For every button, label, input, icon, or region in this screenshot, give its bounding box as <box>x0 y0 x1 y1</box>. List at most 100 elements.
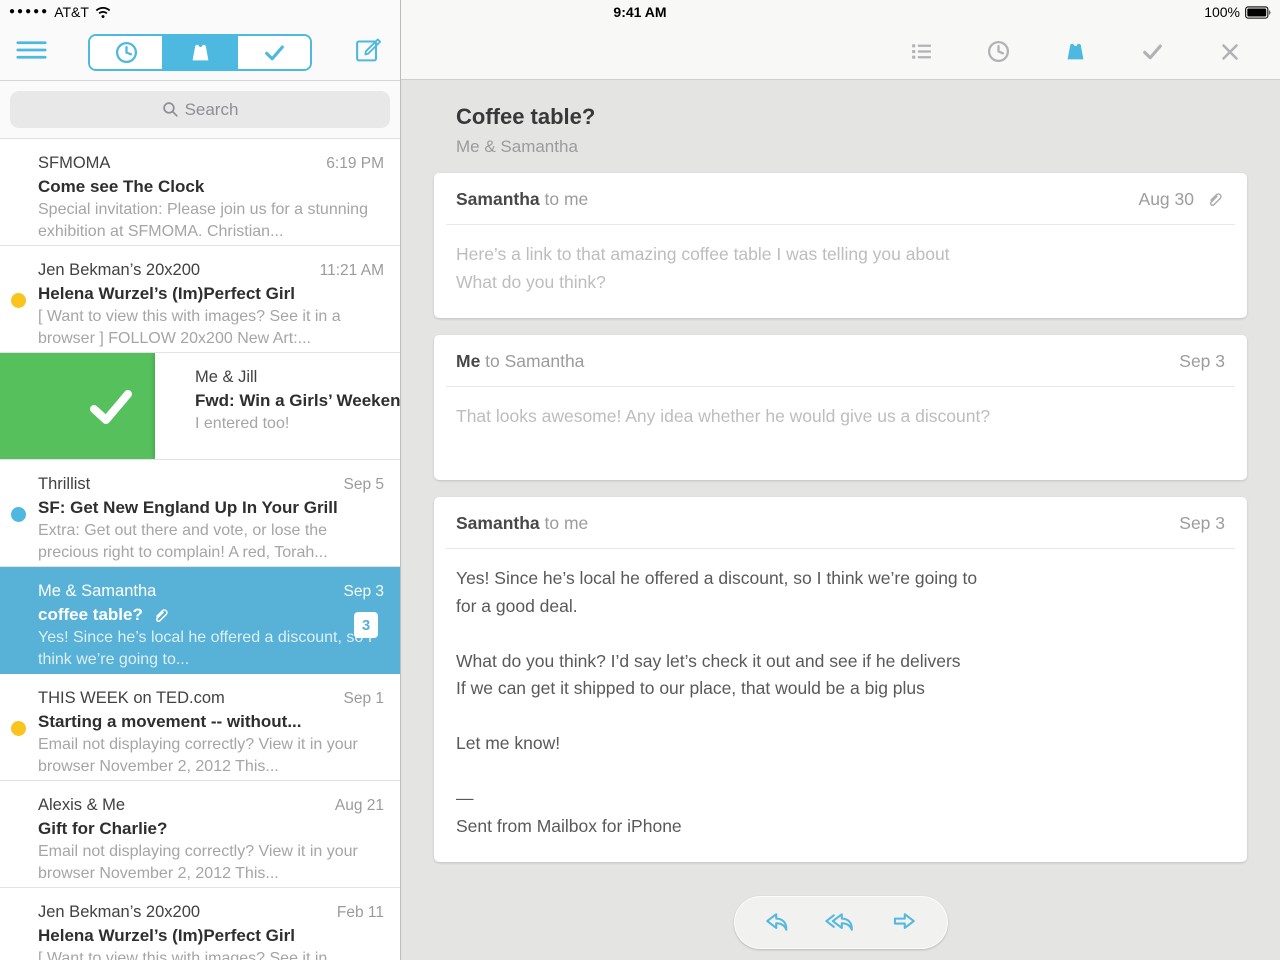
email-subject: Gift for Charlie? <box>38 817 384 841</box>
email-preview: Yes! Since he’s local he offered a disco… <box>38 627 384 670</box>
thread-header: Coffee table? Me & Samantha <box>401 80 1280 169</box>
forward-icon <box>889 907 920 938</box>
email-list-item[interactable]: Me & SamanthaSep 3coffee table?Yes! Sinc… <box>0 567 400 674</box>
email-preview: [ Want to view this with images? See it … <box>38 306 384 349</box>
message-body-line: What do you think? I’d say let’s check i… <box>456 648 1225 676</box>
message-list-button[interactable] <box>883 39 960 64</box>
email-list-item[interactable]: SFMOMA6:19 PMCome see The ClockSpecial i… <box>0 139 400 246</box>
message-from: Me to Samantha <box>456 351 584 372</box>
reply-icon <box>761 907 792 938</box>
email-list-pane: Search SFMOMA6:19 PMCome see The ClockSp… <box>0 0 400 960</box>
mailbox-segmented-control <box>88 34 312 71</box>
message-header: Samantha to me Sep 3 <box>434 497 1247 548</box>
inbox-button[interactable] <box>1037 39 1114 64</box>
battery-percent: 100% <box>1204 4 1240 20</box>
archive-button[interactable] <box>1114 39 1191 64</box>
paperclip-icon <box>1204 189 1225 210</box>
delete-button[interactable] <box>1191 40 1268 64</box>
archive-swipe-zone <box>0 353 155 459</box>
email-subject: coffee table? <box>38 603 384 627</box>
message-body-line: Here’s a link to that amazing coffee tab… <box>456 241 1225 269</box>
email-row-content: SFMOMA6:19 PMCome see The ClockSpecial i… <box>0 139 400 245</box>
message-date: Sep 3 <box>1179 351 1225 372</box>
menu-button[interactable] <box>16 39 47 61</box>
defer-button[interactable] <box>960 39 1037 64</box>
message-body: That looks awesome! Any idea whether he … <box>434 387 1247 480</box>
unread-dot <box>11 721 26 736</box>
email-subject: Helena Wurzel’s (Im)Perfect Girl <box>38 282 384 306</box>
email-row-content: Jen Bekman’s 20x200Feb 11Helena Wurzel’s… <box>0 888 400 960</box>
email-list-item[interactable]: Thrillist Sep 5SF: Get New England Up In … <box>0 460 400 567</box>
message-date: Sep 3 <box>1179 513 1225 534</box>
check-icon <box>262 40 287 65</box>
email-sender: THIS WEEK on TED.com <box>38 687 225 710</box>
email-list-item[interactable]: Me & JillFwd: Win a Girls’ Weekend Getaw… <box>0 353 400 460</box>
unread-dot <box>11 507 26 522</box>
search-placeholder: Search <box>185 100 239 120</box>
email-subject: Come see The Clock <box>38 175 384 199</box>
search-icon <box>162 101 179 118</box>
email-list: SFMOMA6:19 PMCome see The ClockSpecial i… <box>0 139 400 960</box>
tab-inbox[interactable] <box>162 36 236 69</box>
search-area: Search <box>0 81 400 139</box>
message-from: Samantha to me <box>456 513 588 534</box>
email-list-item[interactable]: Jen Bekman’s 20x200Feb 11Helena Wurzel’s… <box>0 888 400 960</box>
close-icon <box>1218 40 1242 64</box>
message-body: Here’s a link to that amazing coffee tab… <box>434 225 1247 318</box>
archive-check-icon <box>83 382 139 430</box>
email-time: Sep 1 <box>343 687 384 710</box>
reply-all-button[interactable] <box>822 907 858 938</box>
paperclip-icon <box>150 605 171 626</box>
message-date: Aug 30 <box>1139 189 1194 210</box>
email-time: 6:19 PM <box>326 152 384 175</box>
email-sender: Jen Bekman’s 20x200 <box>38 259 200 282</box>
email-time: 11:21 AM <box>320 259 384 282</box>
message-body-line: Let me know! <box>456 730 1225 758</box>
email-preview: Email not displaying correctly? View it … <box>38 734 384 777</box>
email-sender: Alexis & Me <box>38 794 125 817</box>
email-sender: Thrillist <box>38 473 90 496</box>
email-subject: SF: Get New England Up In Your Grill <box>38 496 384 520</box>
tab-archive[interactable] <box>236 36 310 69</box>
message-meta: Sep 3 <box>1179 513 1225 534</box>
battery-icon <box>1245 6 1272 19</box>
email-row-content: Jen Bekman’s 20x200 11:21 AMHelena Wurzel… <box>0 246 400 352</box>
message-meta: Sep 3 <box>1179 351 1225 372</box>
email-list-item[interactable]: Jen Bekman’s 20x200 11:21 AMHelena Wurzel… <box>0 246 400 353</box>
email-subject: Fwd: Win a Girls’ Weekend Getaway! <box>195 389 400 413</box>
clock-time: 9:41 AM <box>613 4 666 20</box>
message-meta: Aug 30 <box>1139 189 1225 210</box>
email-row-content: Alexis & MeAug 21Gift for Charlie?Email … <box>0 781 400 887</box>
compose-button[interactable] <box>353 34 384 65</box>
email-subject: Helena Wurzel’s (Im)Perfect Girl <box>38 924 384 948</box>
email-sender: SFMOMA <box>38 152 110 175</box>
email-preview: I entered too! <box>195 413 400 435</box>
email-list-item[interactable]: Alexis & MeAug 21Gift for Charlie?Email … <box>0 781 400 888</box>
message-card[interactable]: Samantha to meAug 30Here’s a link to tha… <box>434 173 1247 318</box>
reply-bar <box>734 896 948 949</box>
thread-title: Coffee table? <box>456 104 1225 130</box>
message-body-line <box>456 758 1225 786</box>
reply-button[interactable] <box>761 907 792 938</box>
email-time: Sep 5 <box>343 473 384 496</box>
wifi-icon <box>94 5 112 19</box>
forward-button[interactable] <box>889 907 920 938</box>
message-header: Me to Samantha Sep 3 <box>434 335 1247 386</box>
message-body-line: If we can get it shipped to our place, t… <box>456 675 1225 703</box>
email-row-content: THIS WEEK on TED.com Sep 1Starting a move… <box>0 674 400 780</box>
tab-later[interactable] <box>90 36 162 69</box>
message-card[interactable]: Me to Samantha Sep 3 That looks awesome! A… <box>434 335 1247 480</box>
message-card[interactable]: Samantha to meSep 3Yes! Since he’s local… <box>434 497 1247 862</box>
carrier-label: AT&T <box>54 4 89 20</box>
search-input[interactable]: Search <box>10 91 390 128</box>
message-body-line <box>456 703 1225 731</box>
email-subject: Starting a movement -- without... <box>38 710 384 734</box>
message-body-line: for a good deal. <box>456 593 1225 621</box>
email-list-item[interactable]: THIS WEEK on TED.com Sep 1Starting a move… <box>0 674 400 781</box>
list-icon <box>909 39 934 64</box>
conversation-pane: Coffee table? Me & Samantha Samantha to … <box>400 0 1280 960</box>
email-row-content: Thrillist Sep 5SF: Get New England Up In … <box>0 460 400 566</box>
email-sender: Jen Bekman’s 20x200 <box>38 901 200 924</box>
email-preview: [ Want to view this with images? See it … <box>38 948 384 960</box>
mailbox-icon <box>188 40 213 65</box>
